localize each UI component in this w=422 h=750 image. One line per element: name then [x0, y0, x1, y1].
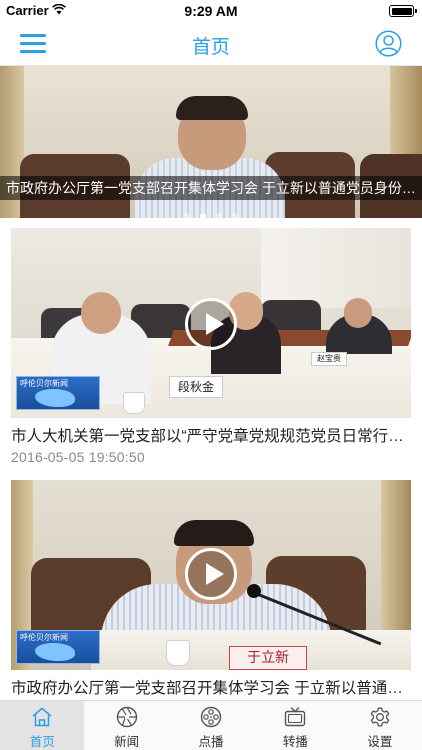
news-card[interactable]: 段秋金 赵宝贵 呼伦贝尔新闻 市人大机关第一党支部以“严守党章党规规范党员日常行… — [0, 228, 422, 468]
name-plate: 赵宝贵 — [311, 352, 347, 366]
tab-home[interactable]: 首页 — [0, 701, 85, 750]
navigation-bar: 首页 — [0, 22, 422, 66]
user-profile-icon[interactable] — [375, 30, 402, 57]
battery-icon — [389, 5, 417, 17]
play-button-icon[interactable] — [185, 548, 237, 600]
tv-icon — [285, 707, 306, 727]
home-icon — [32, 707, 52, 727]
carousel-caption: 市政府办公厅第一党支部召开集体学习会 于立新以普通党员身份参加 — [0, 176, 422, 200]
page-dot[interactable] — [184, 213, 190, 218]
name-plate: 于立新 — [229, 646, 307, 670]
news-feed[interactable]: 市政府办公厅第一党支部召开集体学习会 于立新以普通党员身份参加 段秋金 赵宝贵 … — [0, 66, 422, 700]
tab-broadcast[interactable]: 转播 — [253, 701, 337, 750]
film-reel-icon — [200, 706, 222, 728]
news-title[interactable]: 市人大机关第一党支部以“严守党章党规规范党员日常行为”为主题开展学习讨论 — [11, 424, 411, 446]
headline-carousel[interactable]: 市政府办公厅第一党支部召开集体学习会 于立新以普通党员身份参加 — [0, 66, 422, 218]
play-button-icon[interactable] — [185, 298, 237, 350]
news-title[interactable]: 市政府办公厅第一党支部召开集体学习会 于立新以普通党员身份参加 — [11, 676, 411, 698]
status-time: 9:29 AM — [184, 3, 238, 19]
tab-label: 新闻 — [114, 735, 140, 749]
news-card[interactable]: 于立新 呼伦贝尔新闻 市政府办公厅第一党支部召开集体学习会 于立新以普通党员身份… — [0, 480, 422, 700]
tab-label: 首页 — [29, 735, 55, 749]
news-timestamp: 2016-05-05 19:50:50 — [11, 449, 145, 465]
page-title: 首页 — [191, 37, 230, 58]
tab-label: 转播 — [282, 735, 308, 749]
station-logo: 呼伦贝尔新闻 — [16, 376, 100, 410]
gear-icon — [370, 707, 390, 727]
tab-label: 点播 — [198, 735, 224, 749]
name-plate: 段秋金 — [169, 376, 223, 398]
tab-label: 设置 — [367, 735, 393, 749]
page-dot[interactable] — [216, 213, 222, 218]
tab-bar: 首页 新闻 点播 转播 设置 — [0, 700, 422, 750]
page-dot-active[interactable] — [200, 213, 206, 218]
carousel-page-indicator[interactable] — [0, 206, 422, 218]
tab-settings[interactable]: 设置 — [338, 701, 422, 750]
page-dot[interactable] — [232, 213, 238, 218]
camera-aperture-icon — [116, 706, 137, 728]
tab-news[interactable]: 新闻 — [84, 701, 168, 750]
station-logo: 呼伦贝尔新闻 — [16, 630, 100, 664]
status-bar: Carrier 9:29 AM — [0, 0, 422, 22]
tab-on-demand[interactable]: 点播 — [169, 701, 253, 750]
